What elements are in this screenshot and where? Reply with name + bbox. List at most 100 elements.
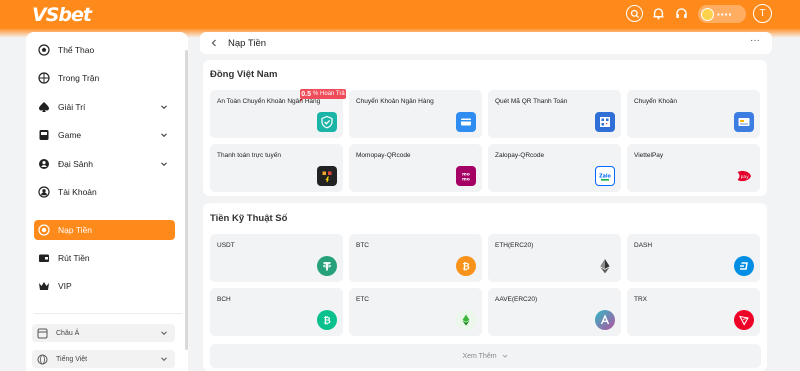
crypto-card-trx[interactable]: TRX: [627, 288, 760, 336]
method-card-online-payment[interactable]: Thanh toán trực tuyến: [210, 144, 343, 192]
transfer-icon: [734, 112, 754, 132]
sidebar-item-nap-tien[interactable]: Nạp Tiền: [34, 220, 175, 240]
sidebar-item-the-thao[interactable]: Thể Thao: [34, 40, 175, 60]
method-label: ETC: [356, 296, 369, 303]
method-label: ViettelPay: [634, 152, 664, 159]
svg-text:Zalo: Zalo: [599, 174, 611, 180]
svg-text:₿: ₿: [462, 261, 469, 272]
method-label: Quét Mã QR Thanh Toán: [495, 98, 568, 105]
language-icon: [37, 354, 48, 364]
soccer-ball-icon: [38, 44, 50, 56]
bch-icon: ₿: [317, 310, 337, 330]
method-label: ETH(ERC20): [495, 242, 534, 249]
method-card-transfer[interactable]: Chuyển Khoản: [627, 90, 760, 138]
sidebar-item-giai-tri[interactable]: Giải Trí: [34, 97, 175, 117]
odds-format-select[interactable]: Châu Á: [32, 324, 175, 342]
method-label: An Toàn Chuyển Khoản Ngân Hàng: [217, 98, 321, 105]
chevron-down-icon: [161, 133, 167, 138]
chevron-down-icon: [161, 162, 167, 167]
sidebar-item-rut-tien[interactable]: Rút Tiền: [34, 248, 175, 268]
see-more-label: Xem Thêm: [462, 352, 497, 360]
crypto-card-aave[interactable]: AAVE(ERC20): [488, 288, 621, 336]
coin-icon: [701, 7, 714, 21]
page-title: Nạp Tiền: [228, 38, 267, 49]
sidebar-item-label: VIP: [58, 281, 72, 291]
svg-text:mo: mo: [462, 177, 470, 182]
sidebar-item-vip[interactable]: VIP: [34, 276, 175, 296]
sidebar-item-label: Trong Trận: [58, 73, 100, 83]
sidebar-scrollbar[interactable]: [185, 50, 188, 350]
sidebar-item-label: Game: [58, 130, 82, 140]
method-label: Zalopay-QRcode: [495, 152, 545, 159]
balance-amount: ▪▪▪▪: [717, 9, 733, 19]
sidebar-item-trong-tran[interactable]: Trong Trận: [34, 68, 175, 88]
method-card-qr-scan[interactable]: Quét Mã QR Thanh Toán: [488, 90, 621, 138]
method-label: USDT: [217, 242, 235, 249]
cashback-badge: 0.5 % Hoàn Trả: [300, 89, 346, 102]
method-label: Momopay-QRcode: [356, 152, 411, 159]
sidebar-item-tai-khoan[interactable]: Tài Khoản: [34, 182, 175, 202]
shield-check-icon: [317, 112, 337, 132]
qr-scan-icon: [595, 112, 615, 132]
method-card-bank-transfer[interactable]: Chuyển Khoản Ngân Hàng: [349, 90, 482, 138]
online-pay-icon: [317, 166, 337, 186]
crypto-card-bch[interactable]: BCH ₿: [210, 288, 343, 336]
zalo-icon: Zalo: [595, 166, 615, 186]
method-label: BCH: [217, 296, 231, 303]
trx-icon: [734, 310, 754, 330]
wallet-balance[interactable]: ▪▪▪▪: [698, 5, 746, 23]
user-icon: [38, 186, 50, 198]
method-label: Chuyển Khoản: [634, 98, 678, 105]
crypto-card-btc[interactable]: BTC ₿: [349, 234, 482, 282]
sidebar-item-game[interactable]: Game: [34, 125, 175, 145]
crypto-card-etc[interactable]: ETC: [349, 288, 482, 336]
bank-card-icon: [456, 112, 476, 132]
brand-logo[interactable]: VSbet: [32, 4, 92, 26]
sidebar-item-label: Tài Khoản: [58, 187, 97, 197]
language-select[interactable]: Tiếng Việt: [32, 350, 175, 368]
method-card-zalopay[interactable]: Zalopay-QRcode Zalo: [488, 144, 621, 192]
eth-icon: [595, 256, 615, 276]
game-machine-icon: [38, 129, 50, 141]
page-header: Nạp Tiền ···: [200, 32, 772, 54]
crypto-card-eth[interactable]: ETH(ERC20): [488, 234, 621, 282]
spade-icon: [38, 101, 50, 113]
method-card-viettelpay[interactable]: ViettelPay pay: [627, 144, 760, 192]
bell-icon[interactable]: [650, 5, 667, 22]
live-ball-icon: [38, 72, 50, 84]
method-label: BTC: [356, 242, 369, 249]
chevron-down-icon: [502, 354, 507, 358]
svg-text:pay: pay: [741, 175, 749, 180]
headset-icon[interactable]: [673, 5, 690, 22]
sidebar-divider: [34, 313, 182, 314]
lobby-icon: [38, 158, 50, 170]
crypto-card-dash[interactable]: DASH: [627, 234, 760, 282]
btc-icon: ₿: [456, 256, 476, 276]
back-arrow-icon[interactable]: [209, 38, 219, 48]
method-label: DASH: [634, 242, 653, 249]
method-label: Chuyển Khoản Ngân Hàng: [356, 98, 434, 105]
crypto-card-usdt[interactable]: USDT: [210, 234, 343, 282]
sidebar-item-label: Đại Sảnh: [58, 159, 93, 169]
avatar[interactable]: T: [753, 4, 772, 23]
dash-icon: [734, 256, 754, 276]
search-icon[interactable]: [626, 5, 643, 22]
momo-icon: mo mo: [456, 166, 476, 186]
section-title-vnd: Đồng Việt Nam: [210, 69, 278, 80]
viettelpay-icon: pay: [734, 166, 754, 186]
chevron-down-icon: [161, 331, 167, 336]
method-card-momopay[interactable]: Momopay-QRcode mo mo: [349, 144, 482, 192]
language-label: Tiếng Việt: [56, 355, 88, 363]
section-title-crypto: Tiền Kỹ Thuật Số: [210, 213, 288, 224]
method-label: Thanh toán trực tuyến: [217, 152, 281, 159]
etc-icon: [456, 310, 476, 330]
usdt-icon: [317, 256, 337, 276]
deposit-icon: [38, 224, 50, 236]
see-more-button[interactable]: Xem Thêm: [210, 344, 761, 368]
more-options-icon[interactable]: ···: [750, 35, 760, 46]
sidebar-item-label: Giải Trí: [58, 102, 86, 112]
sidebar-item-label: Rút Tiền: [58, 253, 90, 263]
sidebar-item-dai-sanh[interactable]: Đại Sảnh: [34, 154, 175, 174]
sidebar-item-label: Nạp Tiền: [58, 225, 93, 235]
odds-format-icon: [37, 328, 48, 338]
